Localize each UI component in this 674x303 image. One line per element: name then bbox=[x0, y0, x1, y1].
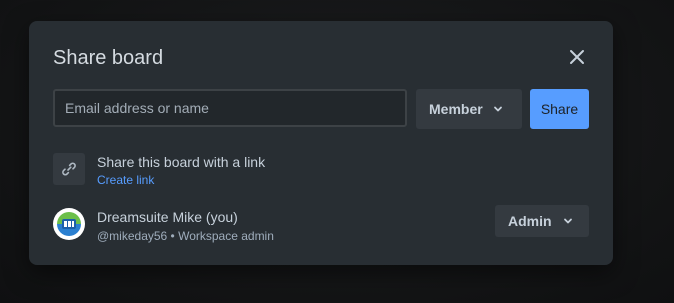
member-subtitle: @mikeday56 • Workspace admin bbox=[97, 229, 274, 243]
link-icon bbox=[62, 162, 76, 176]
chevron-down-icon bbox=[493, 104, 503, 114]
share-board-dialog: Share board Member Share Share this boar… bbox=[29, 21, 613, 265]
role-select-dropdown[interactable]: Member bbox=[416, 89, 522, 129]
share-button[interactable]: Share bbox=[530, 89, 589, 129]
email-or-name-input[interactable] bbox=[53, 89, 407, 127]
member-role-dropdown[interactable]: Admin bbox=[495, 205, 589, 237]
link-icon-container bbox=[53, 153, 85, 185]
member-role-label: Admin bbox=[508, 213, 552, 229]
dialog-title: Share board bbox=[53, 47, 164, 69]
avatar-logo bbox=[54, 209, 84, 239]
share-link-title: Share this board with a link bbox=[97, 154, 266, 170]
avatar bbox=[53, 208, 85, 240]
close-icon bbox=[570, 50, 584, 64]
role-select-label: Member bbox=[429, 101, 483, 117]
member-name: Dreamsuite Mike (you) bbox=[97, 209, 238, 225]
create-link-button[interactable]: Create link bbox=[97, 172, 154, 188]
chevron-down-icon bbox=[563, 216, 573, 226]
close-button[interactable] bbox=[563, 43, 591, 71]
